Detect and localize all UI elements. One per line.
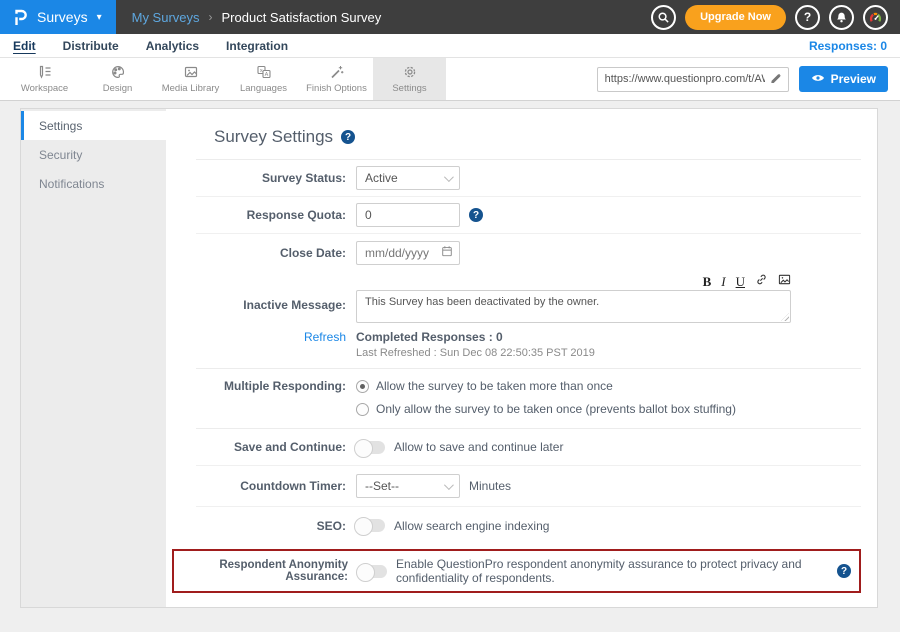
survey-status-row: Survey Status: Active [196,160,861,197]
survey-status-select[interactable]: Active [356,166,460,190]
header-actions: Upgrade Now ? [651,5,900,30]
ribbon-item-settings[interactable]: Settings [373,58,446,100]
inactive-message-label: Inactive Message: [196,290,346,312]
settings-sidebar: Settings Security Notifications [21,109,166,607]
save-and-continue-row: Save and Continue: Allow to save and con… [196,429,861,466]
seo-toggle[interactable] [356,519,385,532]
response-quota-input[interactable] [356,203,460,227]
usage-gauge-icon[interactable] [863,5,888,30]
ribbon-item-media-library[interactable]: Media Library [154,58,227,100]
bold-button[interactable]: B [703,275,712,288]
inactive-message-textarea[interactable]: This Survey has been deactivated by the … [356,290,791,323]
response-quota-row: Response Quota: ? [196,197,861,234]
settings-gear-icon [402,64,418,80]
finish-options-wand-icon [329,64,345,80]
ribbon-right-actions: Preview [597,58,900,100]
page-title: Survey Settings [214,127,333,147]
sidebar-item-security[interactable]: Security [21,140,166,169]
close-date-input[interactable] [365,246,437,260]
help-icon[interactable]: ? [795,5,820,30]
app-menu[interactable]: Surveys ▾ [0,0,116,34]
preview-button[interactable]: Preview [799,66,888,92]
sidebar-item-notifications[interactable]: Notifications [21,169,166,198]
minutes-suffix: Minutes [469,479,511,493]
design-palette-icon [110,64,126,80]
save-and-continue-label: Save and Continue: [196,440,346,454]
countdown-timer-label: Countdown Timer: [196,479,346,493]
search-icon[interactable] [651,5,676,30]
ribbon-item-design[interactable]: Design [81,58,154,100]
chevron-down-icon: ▾ [97,12,102,23]
settings-card: Settings Security Notifications Survey S… [20,108,878,608]
close-date-field [356,241,460,265]
eye-icon [811,72,825,86]
close-date-label: Close Date: [196,246,346,260]
responses-count: Responses: 0 [809,39,887,53]
respondent-anonymity-toggle[interactable] [358,565,387,578]
top-header-bar: Surveys ▾ My Surveys › Product Satisfact… [0,0,900,34]
survey-url-box [597,67,789,92]
respondent-anonymity-row-highlight: Respondent Anonymity Assurance: Enable Q… [172,549,861,593]
italic-button[interactable]: I [721,275,725,288]
survey-url-input[interactable] [605,73,765,85]
completed-responses-text: Completed Responses : 0 [356,330,595,344]
ribbon-item-languages[interactable]: xA Languages [227,58,300,100]
radio-selected-icon[interactable] [356,380,369,393]
languages-icon: xA [256,64,272,80]
breadcrumb-separator: › [209,10,213,24]
sidebar-item-settings[interactable]: Settings [21,111,166,140]
product-name: Surveys [37,9,88,25]
multiple-responding-row: Multiple Responding: Allow the survey to… [196,369,861,429]
seo-label: SEO: [196,519,346,533]
edit-url-pencil-icon[interactable] [770,70,781,88]
response-quota-help-icon[interactable]: ? [469,208,483,222]
refresh-link[interactable]: Refresh [196,330,346,344]
breadcrumb-current-survey: Product Satisfaction Survey [222,10,382,25]
seo-row: SEO: Allow search engine indexing [196,507,861,544]
formatting-toolbar: B I U [356,273,791,290]
last-refreshed-text: Last Refreshed : Sun Dec 08 22:50:35 PST… [356,347,595,359]
respondent-anonymity-label: Respondent Anonymity Assurance: [174,559,348,583]
chevron-down-icon [444,480,454,490]
underline-button[interactable]: U [736,275,745,288]
response-quota-label: Response Quota: [196,208,346,222]
tab-distribute[interactable]: Distribute [63,39,119,53]
save-row: Save Changes [196,598,861,608]
radio-unselected-icon[interactable] [356,403,369,416]
survey-tab-bar: Edit Distribute Analytics Integration Re… [0,34,900,57]
svg-text:x: x [259,68,262,74]
ribbon-item-workspace[interactable]: Workspace [8,58,81,100]
notifications-bell-icon[interactable] [829,5,854,30]
inactive-message-block: B I U Inactive Message: This Survey has … [196,271,861,369]
edit-ribbon: Workspace Design Media Library xA Langua… [0,57,900,101]
ribbon-item-finish-options[interactable]: Finish Options [300,58,373,100]
countdown-timer-select[interactable]: --Set-- [356,474,460,498]
media-library-icon [183,64,199,80]
questionpro-logo-icon [12,9,28,26]
chevron-down-icon [444,172,454,182]
calendar-icon[interactable] [441,244,453,262]
tab-edit[interactable]: Edit [13,39,36,53]
breadcrumb: My Surveys › Product Satisfaction Survey [132,10,382,25]
survey-status-label: Survey Status: [196,171,346,185]
countdown-timer-row: Countdown Timer: --Set-- Minutes [196,466,861,507]
radio-allow-multiple[interactable]: Allow the survey to be taken more than o… [356,379,736,393]
page-title-row: Survey Settings ? [196,117,861,160]
svg-text:A: A [264,72,268,78]
radio-allow-once[interactable]: Only allow the survey to be taken once (… [356,402,736,416]
close-date-row: Close Date: [196,234,861,271]
breadcrumb-my-surveys[interactable]: My Surveys [132,10,200,25]
insert-link-icon[interactable] [755,273,768,291]
insert-image-icon[interactable] [778,273,791,291]
anonymity-help-icon[interactable]: ? [837,564,851,578]
save-and-continue-toggle[interactable] [356,441,385,454]
settings-main-panel: Survey Settings ? Survey Status: Active … [166,109,877,607]
tab-integration[interactable]: Integration [226,39,288,53]
survey-settings-help-icon[interactable]: ? [341,130,355,144]
upgrade-now-button[interactable]: Upgrade Now [685,5,786,30]
tab-analytics[interactable]: Analytics [146,39,199,53]
workspace-icon [37,64,53,80]
multiple-responding-label: Multiple Responding: [196,379,346,393]
